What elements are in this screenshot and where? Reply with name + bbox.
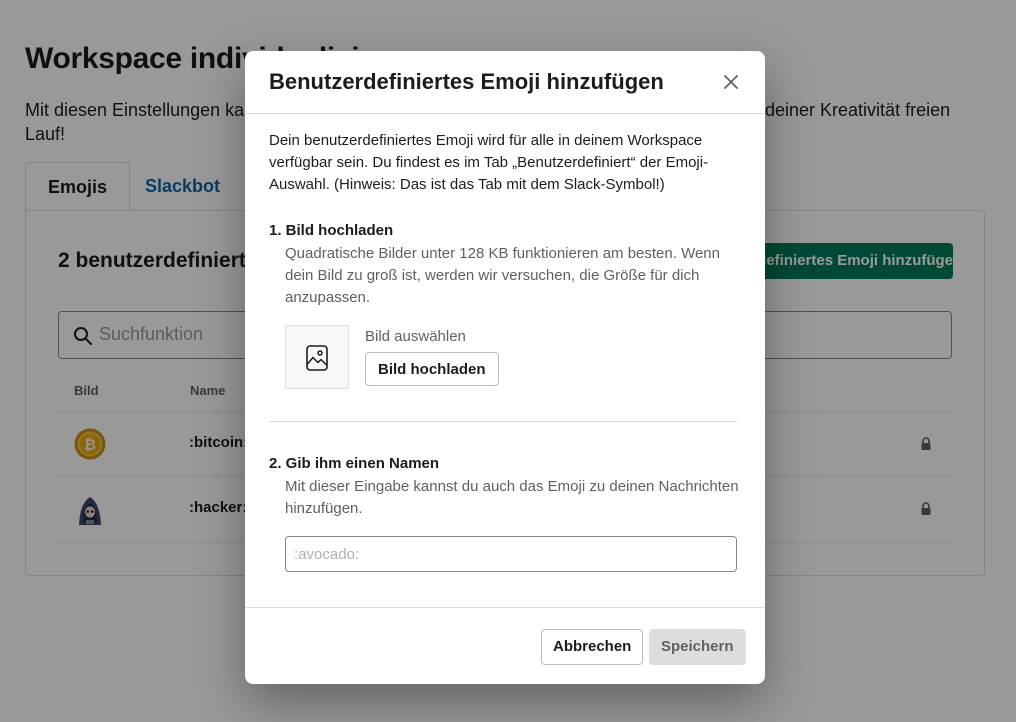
step2-desc-line: Mit dieser Eingabe kannst du auch das Em… bbox=[285, 478, 739, 495]
upload-image-button[interactable]: Bild hochladen bbox=[365, 352, 499, 386]
section-divider bbox=[269, 421, 737, 422]
close-icon bbox=[724, 75, 738, 89]
intro-line: Auswahl. (Hinweis: Das ist das Tab mit d… bbox=[269, 176, 665, 193]
dialog-footer: Abbrechen Speichern bbox=[245, 607, 765, 684]
dialog-intro: Dein benutzerdefiniertes Emoji wird für … bbox=[269, 130, 739, 196]
step1-desc-line: Quadratische Bilder unter 128 KB funktio… bbox=[285, 245, 720, 262]
step2-description: Mit dieser Eingabe kannst du auch das Em… bbox=[285, 476, 745, 520]
image-file-icon bbox=[306, 345, 328, 371]
intro-line: verfügbar sein. Du findest es im Tab „Be… bbox=[269, 154, 709, 171]
step1-desc-line: anzupassen. bbox=[285, 289, 371, 306]
step1-title: 1. Bild hochladen bbox=[269, 222, 394, 239]
cancel-button[interactable]: Abbrechen bbox=[541, 629, 644, 665]
intro-line: Dein benutzerdefiniertes Emoji wird für … bbox=[269, 132, 703, 149]
dialog-header: Benutzerdefiniertes Emoji hinzufügen bbox=[245, 51, 765, 114]
step2-desc-line: hinzufügen. bbox=[285, 500, 363, 517]
choose-image-label: Bild auswählen bbox=[365, 328, 466, 345]
add-emoji-dialog: Benutzerdefiniertes Emoji hinzufügen Dei… bbox=[245, 51, 765, 684]
close-button[interactable] bbox=[717, 68, 745, 96]
step1-desc-line: dein Bild zu groß ist, werden wir versuc… bbox=[285, 267, 700, 284]
image-preview-placeholder bbox=[285, 325, 349, 389]
save-button[interactable]: Speichern bbox=[649, 629, 746, 665]
emoji-name-input[interactable] bbox=[285, 536, 737, 572]
step1-description: Quadratische Bilder unter 128 KB funktio… bbox=[285, 243, 745, 309]
step2-title: 2. Gib ihm einen Namen bbox=[269, 455, 440, 472]
dialog-title: Benutzerdefiniertes Emoji hinzufügen bbox=[269, 69, 664, 94]
